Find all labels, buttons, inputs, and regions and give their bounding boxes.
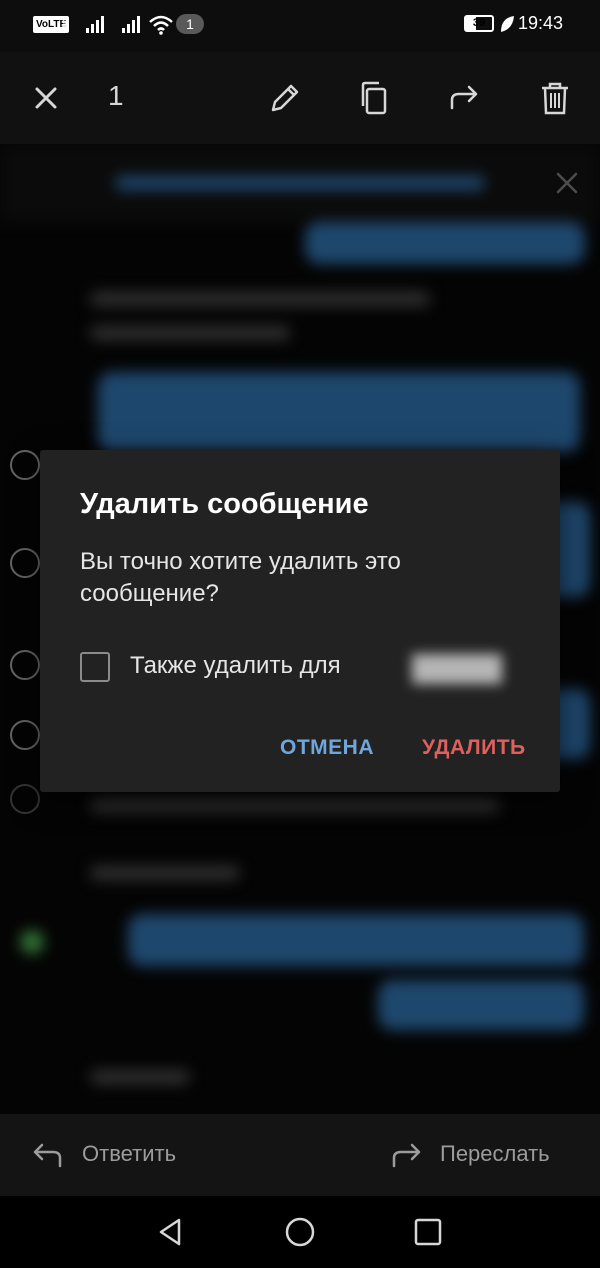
back-triangle-icon[interactable] [152, 1214, 188, 1250]
notification-count-badge: 1 [176, 14, 204, 34]
edit-pencil-icon[interactable] [265, 78, 305, 118]
trash-icon[interactable] [535, 78, 575, 118]
home-circle-icon[interactable] [282, 1214, 318, 1250]
status-bar: VoLTE 1 1 39 19:43 [0, 0, 600, 52]
dialog-message: Вы точно хотите удалить это сообщение? [80, 548, 401, 607]
delete-for-recipient-checkbox[interactable] [80, 652, 110, 682]
delete-button[interactable]: УДАЛИТЬ [422, 736, 526, 760]
signal-strength-icon-2 [122, 16, 140, 33]
redacted-recipient-name [412, 654, 502, 684]
selection-action-bar: 1 [0, 52, 600, 144]
forward-arrow-icon[interactable] [390, 1138, 424, 1172]
reply-icon[interactable] [30, 1138, 64, 1172]
battery-level: 39 [472, 17, 486, 29]
system-navigation-bar [0, 1196, 600, 1268]
forward-button[interactable]: Переслать [440, 1141, 550, 1167]
signal-strength-icon [86, 16, 104, 33]
delete-message-dialog: Удалить сообщение Вы точно хотите удалит… [40, 450, 560, 792]
status-clock: 19:43 [518, 13, 564, 33]
copy-icon[interactable] [355, 78, 395, 118]
power-saving-leaf-icon [501, 16, 514, 32]
cancel-button[interactable]: ОТМЕНА [280, 736, 374, 760]
message-actions-bar: Ответить Переслать [0, 1114, 600, 1196]
selected-count: 1 [108, 80, 124, 111]
forward-icon[interactable] [444, 78, 484, 118]
dialog-title: Удалить сообщение [80, 488, 369, 520]
wifi-icon [149, 15, 173, 35]
close-icon[interactable] [26, 78, 66, 118]
reply-button[interactable]: Ответить [82, 1141, 176, 1167]
battery-icon: 39 [464, 15, 494, 32]
recents-square-icon[interactable] [410, 1214, 446, 1250]
delete-for-recipient-label[interactable]: Также удалить для [130, 652, 341, 680]
sim-slot-label: 1 [61, 19, 67, 30]
